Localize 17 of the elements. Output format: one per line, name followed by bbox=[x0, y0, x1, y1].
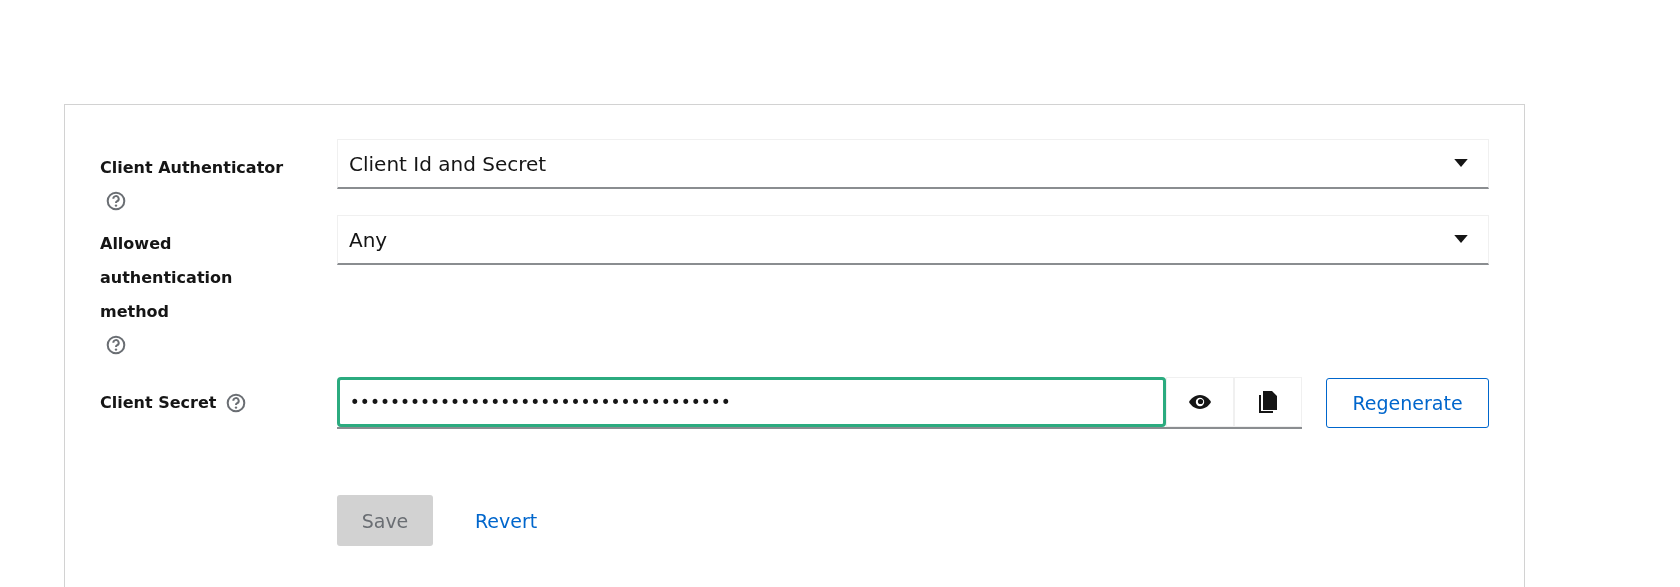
dropdown-select[interactable]: Any bbox=[337, 215, 1489, 265]
field-label: Allowed authentication method bbox=[100, 233, 234, 323]
regenerate-button[interactable]: Regenerate bbox=[1326, 378, 1489, 428]
field-label: Client Authenticator bbox=[100, 157, 284, 179]
caret-icon bbox=[1454, 159, 1468, 168]
field-label: Client Secret bbox=[100, 392, 217, 414]
eye-icon bbox=[1188, 394, 1213, 410]
copy-button[interactable] bbox=[1234, 377, 1303, 427]
help-icon[interactable] bbox=[106, 335, 126, 355]
secret-input-field[interactable]: •••••••••••••••••••••••••••••••••••••• bbox=[336, 377, 1167, 427]
help-icon[interactable] bbox=[106, 191, 126, 211]
show-secret-button[interactable] bbox=[1166, 377, 1235, 427]
dropdown-select[interactable]: Client Id and Secret bbox=[337, 139, 1489, 189]
revert-link[interactable]: Revert bbox=[451, 501, 562, 540]
caret-icon bbox=[1454, 235, 1468, 244]
copy-icon bbox=[1259, 391, 1278, 413]
help-icon[interactable] bbox=[226, 393, 247, 413]
